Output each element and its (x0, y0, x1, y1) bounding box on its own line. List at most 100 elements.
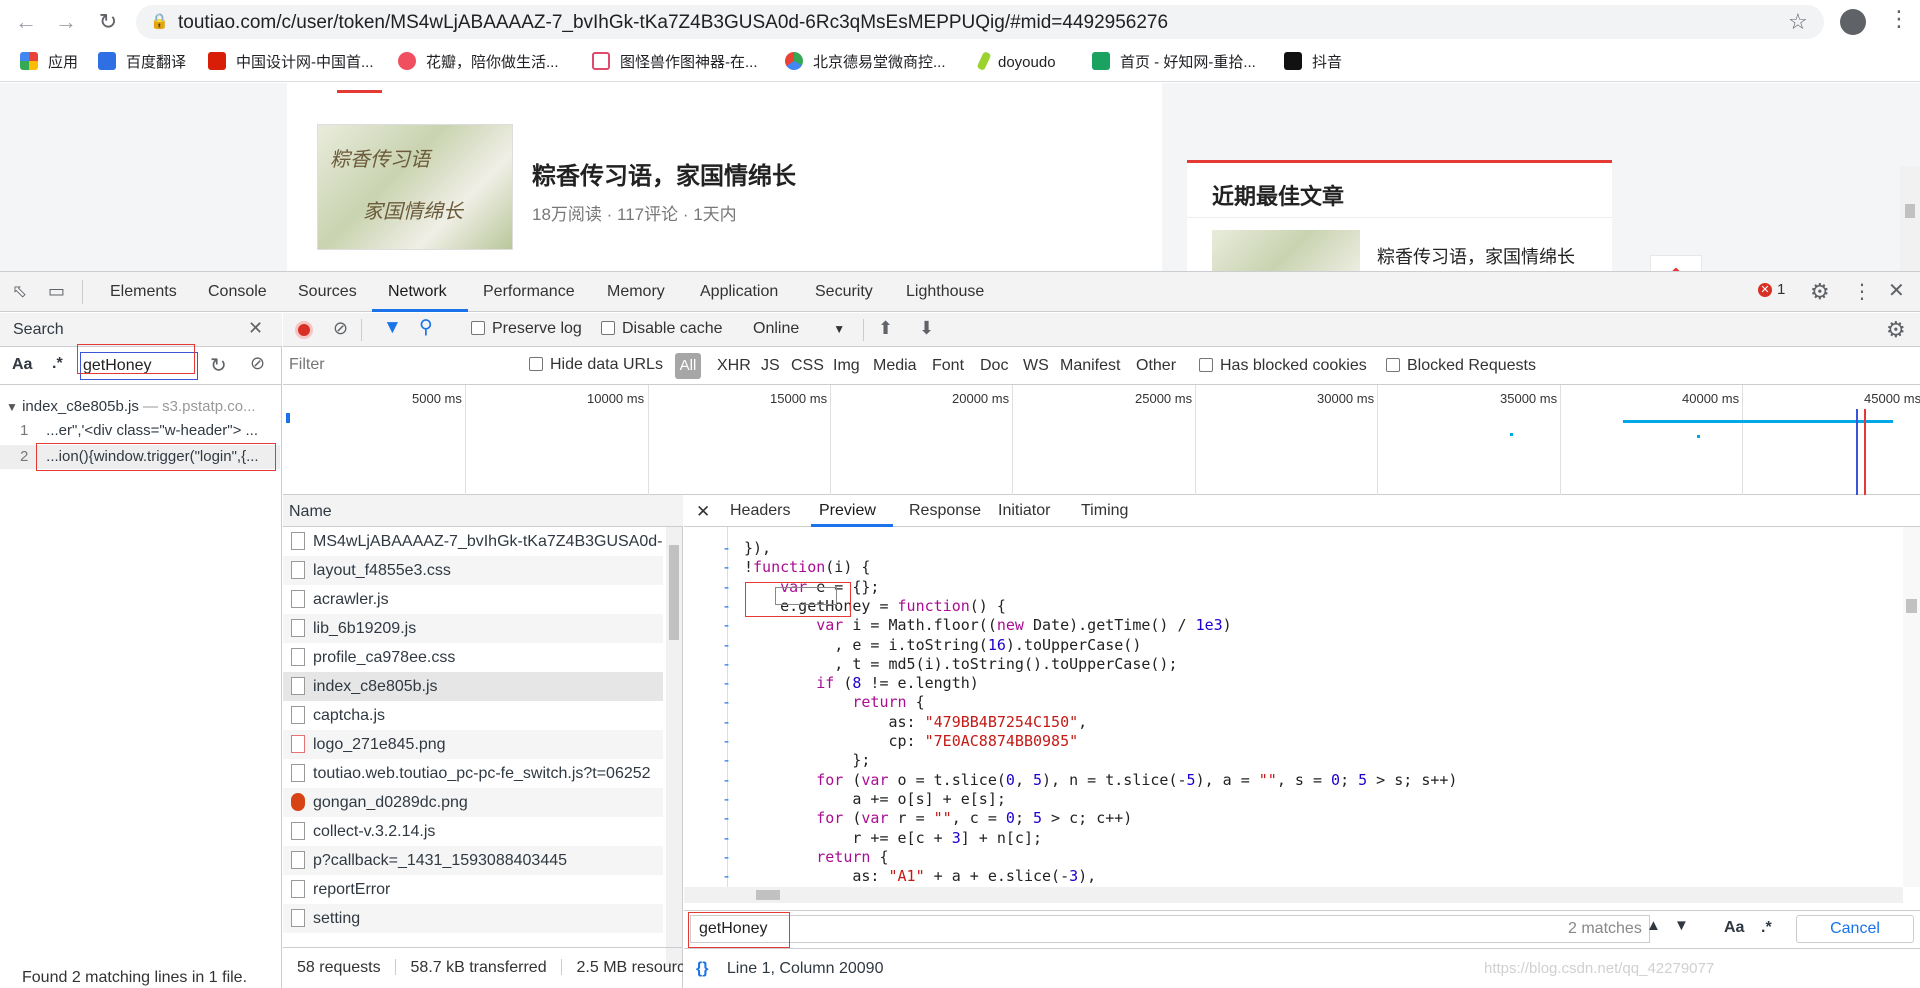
clear-icon[interactable]: ⊘ (333, 318, 348, 339)
bookmark-item[interactable]: doyoudo (976, 51, 1056, 74)
filter-icon[interactable]: ▼ (383, 317, 402, 339)
back-icon[interactable]: ← (14, 10, 38, 34)
request-row[interactable]: captcha.js (283, 701, 663, 730)
tab-performance[interactable]: Performance (483, 283, 575, 301)
bookmark-item[interactable]: 百度翻译 (98, 52, 186, 74)
checkbox[interactable] (471, 321, 485, 335)
type-img[interactable]: Img (833, 357, 860, 375)
request-row[interactable]: logo_271e845.png (283, 730, 663, 759)
request-row[interactable]: MS4wLjABAAAAZ-7_bvIhGk-tKa7Z4B3GUSA0d-..… (283, 527, 663, 556)
address-bar[interactable]: 🔒 toutiao.com/c/user/token/MS4wLjABAAAAZ… (136, 5, 1824, 39)
menu-icon[interactable]: ⋮ (1888, 6, 1910, 32)
tab-elements[interactable]: Elements (110, 283, 177, 301)
tab-response[interactable]: Response (909, 502, 981, 520)
type-media[interactable]: Media (873, 357, 917, 375)
tab-application[interactable]: Application (700, 283, 778, 301)
request-row[interactable]: p?callback=_1431_1593088403445 (283, 846, 663, 875)
code-viewer[interactable]: -}), - !function(i) {- var e = {}; - e.getH… (684, 527, 1903, 887)
type-js[interactable]: JS (761, 357, 780, 375)
type-ws[interactable]: WS (1023, 357, 1049, 375)
request-row-selected[interactable]: index_c8e805b.js (283, 672, 663, 701)
name-column-header[interactable]: Name (283, 495, 683, 527)
code-scrollbar[interactable] (1903, 527, 1920, 887)
bookmark-item[interactable]: 花瓣，陪你做生活... (398, 52, 559, 74)
checkbox[interactable] (1199, 358, 1213, 372)
tab-lighthouse[interactable]: Lighthouse (906, 283, 984, 301)
close-search-icon[interactable]: ✕ (248, 318, 263, 339)
type-doc[interactable]: Doc (980, 357, 1008, 375)
best-item-title[interactable]: 粽香传习语，家国情绵长 (1377, 243, 1575, 269)
list-scroll-thumb[interactable] (669, 545, 679, 640)
previous-match-icon[interactable]: ▲ (1646, 917, 1661, 934)
request-row[interactable]: profile_ca978ee.css (283, 643, 663, 672)
tab-console[interactable]: Console (208, 283, 267, 301)
checkbox[interactable] (601, 321, 615, 335)
forward-icon[interactable]: → (54, 10, 78, 34)
bookmark-item[interactable]: 首页 - 好知网-重拾... (1092, 52, 1256, 74)
has-blocked-cookies-checkbox[interactable]: Has blocked cookies (1199, 357, 1367, 375)
find-input[interactable] (690, 915, 1650, 943)
star-icon[interactable]: ☆ (1788, 9, 1808, 35)
request-row[interactable]: collect-v.3.2.14.js (283, 817, 663, 846)
tab-sources[interactable]: Sources (298, 283, 357, 301)
cancel-button[interactable]: Cancel (1796, 915, 1914, 943)
tab-security[interactable]: Security (815, 283, 873, 301)
page-scrollbar[interactable] (1900, 166, 1920, 271)
tab-network[interactable]: Network (388, 283, 447, 301)
type-all[interactable]: All (675, 353, 701, 379)
regex-button[interactable]: .* (52, 355, 63, 373)
bookmark-item[interactable]: 抖音 (1284, 52, 1342, 74)
record-icon[interactable] (295, 321, 313, 339)
checkbox[interactable] (1386, 358, 1400, 372)
checkbox[interactable] (529, 357, 543, 371)
request-row[interactable]: gongan_d0289dc.png (283, 788, 663, 817)
match-case-button[interactable]: Aa (1724, 919, 1744, 937)
pretty-print-icon[interactable]: {} (696, 960, 708, 977)
error-count[interactable]: 1 (1777, 281, 1785, 298)
bookmark-apps[interactable]: 应用 (20, 52, 78, 74)
type-xhr[interactable]: XHR (717, 357, 751, 375)
bookmark-item[interactable]: 中国设计网-中国首... (208, 52, 374, 74)
clear-icon[interactable]: ⊘ (250, 353, 265, 374)
next-match-icon[interactable]: ▼ (1674, 917, 1689, 934)
network-settings-icon[interactable]: ⚙ (1886, 317, 1906, 343)
regex-button[interactable]: .* (1761, 919, 1772, 937)
type-manifest[interactable]: Manifest (1060, 357, 1120, 375)
tab-timing[interactable]: Timing (1081, 502, 1128, 520)
close-icon[interactable]: ✕ (1888, 278, 1905, 303)
article-title[interactable]: 粽香传习语，家国情绵长 (532, 156, 796, 191)
refresh-icon[interactable]: ↻ (210, 353, 227, 378)
filter-input[interactable] (285, 352, 510, 378)
search-result-line[interactable]: 1 ...er",'<div class="w-header"> ... (20, 419, 258, 443)
match-case-button[interactable]: Aa (12, 356, 32, 374)
best-thumb[interactable] (1212, 230, 1360, 271)
tab-memory[interactable]: Memory (607, 283, 665, 301)
import-har-icon[interactable]: ⬆ (878, 318, 893, 339)
inspect-icon[interactable]: ⬁ (12, 281, 27, 302)
throttle-select[interactable]: Online ▼ (753, 320, 845, 338)
request-row[interactable]: setting (283, 904, 663, 933)
preserve-log-checkbox[interactable]: Preserve log (471, 320, 582, 338)
scroll-top-button[interactable]: ⌃ (1650, 255, 1702, 271)
tab-headers[interactable]: Headers (730, 502, 790, 520)
reload-icon[interactable]: ↻ (96, 10, 120, 34)
avatar[interactable] (1840, 9, 1866, 35)
type-font[interactable]: Font (932, 357, 964, 375)
close-preview-icon[interactable]: ✕ (696, 502, 710, 522)
request-row[interactable]: toutiao.web.toutiao_pc-pc-fe_switch.js?t… (283, 759, 663, 788)
hide-data-urls-checkbox[interactable]: Hide data URLs (529, 356, 663, 374)
blocked-requests-checkbox[interactable]: Blocked Requests (1386, 357, 1536, 375)
timeline-overview[interactable]: 5000 ms 10000 ms 15000 ms 20000 ms 25000… (283, 385, 1920, 495)
request-row[interactable]: reportError (283, 875, 663, 904)
disable-cache-checkbox[interactable]: Disable cache (601, 320, 723, 338)
type-other[interactable]: Other (1136, 357, 1176, 375)
settings-icon[interactable]: ⚙ (1810, 279, 1830, 305)
request-row[interactable]: lib_6b19209.js (283, 614, 663, 643)
error-icon[interactable]: ✕ (1758, 283, 1772, 297)
search-result-file[interactable]: ▼ index_c8e805b.js — s3.pstatp.co... (6, 395, 256, 419)
request-row[interactable]: acrawler.js (283, 585, 663, 614)
request-row[interactable]: layout_f4855e3.css (283, 556, 663, 585)
tab-initiator[interactable]: Initiator (998, 502, 1050, 520)
code-hscrollbar[interactable] (684, 887, 1903, 903)
export-har-icon[interactable]: ⬇ (919, 318, 934, 339)
